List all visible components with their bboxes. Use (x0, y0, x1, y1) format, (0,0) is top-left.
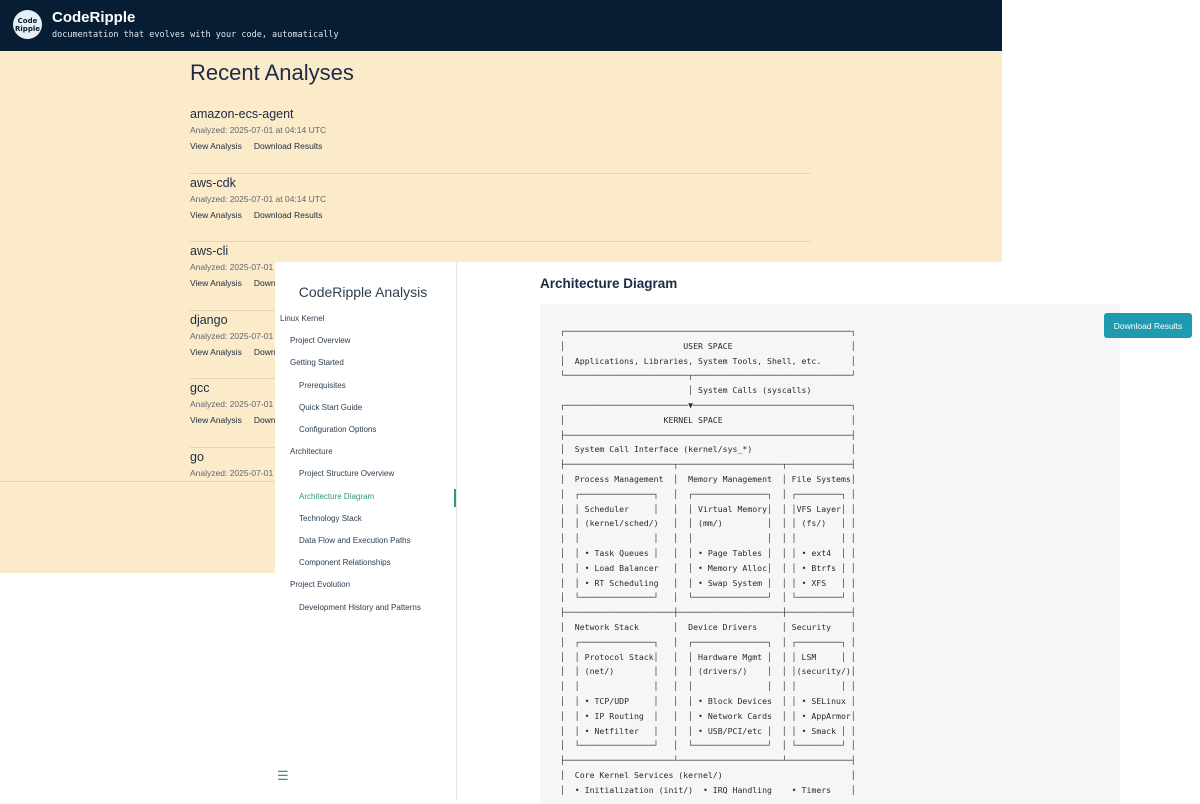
logo-text-line2: Ripple (15, 24, 40, 33)
section-title: Architecture Diagram (540, 276, 678, 291)
analysis-item: aws-cdk Analyzed: 2025-07-01 at 04:14 UTC… (190, 174, 810, 242)
sidebar-nav-item[interactable]: Architecture Diagram (299, 492, 374, 501)
analysis-name[interactable]: aws-cli (190, 244, 228, 258)
sidebar-nav-item[interactable]: Configuration Options (299, 425, 376, 434)
view-analysis-link[interactable]: View Analysis (190, 347, 242, 357)
view-analysis-link[interactable]: View Analysis (190, 141, 242, 151)
sidebar-nav-item[interactable]: Project Structure Overview (299, 469, 394, 478)
doc-content: Architecture Diagram ┌──────────────────… (456, 262, 1200, 804)
view-analysis-link[interactable]: View Analysis (190, 210, 242, 220)
analysis-name[interactable]: aws-cdk (190, 176, 236, 190)
analysis-window: CodeRipple Analysis Linux Kernel Project … (275, 262, 1200, 804)
architecture-diagram: ┌───────────────────────────────────────… (560, 326, 856, 795)
sidebar-nav-item[interactable]: Quick Start Guide (299, 403, 362, 412)
analysis-name[interactable]: amazon-ecs-agent (190, 107, 294, 121)
analysis-name[interactable]: django (190, 313, 228, 327)
analysis-links: View Analysis Download Results (190, 141, 334, 151)
recent-analyses-title: Recent Analyses (190, 60, 354, 85)
sidebar-nav-item[interactable]: Project Overview (290, 336, 350, 345)
analysis-date: Analyzed: 2025-07-01 at 04:14 UTC (190, 125, 327, 135)
sidebar-title: CodeRipple Analysis (298, 284, 428, 300)
analysis-item: amazon-ecs-agent Analyzed: 2025-07-01 at … (190, 105, 810, 174)
sidebar-nav-item[interactable]: Prerequisites (299, 381, 346, 390)
sidebar-nav-item[interactable]: Getting Started (290, 358, 344, 367)
sidebar-nav-item[interactable]: Project Evolution (290, 580, 350, 589)
doc-sidebar: CodeRipple Analysis Linux Kernel Project … (275, 262, 457, 800)
analysis-date: Analyzed: 2025-07-01 at 04:14 UTC (190, 193, 327, 204)
analysis-links: View Analysis Download Results (190, 210, 334, 220)
brand-name[interactable]: CodeRipple (52, 9, 135, 26)
sidebar-nav-item[interactable]: Component Relationships (299, 558, 391, 567)
download-results-link[interactable]: Download Results (254, 141, 323, 151)
sidebar-nav-item[interactable]: Data Flow and Execution Paths (299, 536, 411, 545)
sidebar-nav-item[interactable]: Linux Kernel (280, 314, 324, 323)
sidebar-nav-item[interactable]: Technology Stack (299, 514, 362, 523)
view-analysis-link[interactable]: View Analysis (190, 415, 242, 425)
sidebar-nav-item[interactable]: Development History and Patterns (299, 603, 421, 612)
download-results-button[interactable]: Download Results (1104, 313, 1192, 338)
logo-text-line1: Code (17, 16, 38, 25)
analysis-name[interactable]: go (190, 450, 204, 464)
view-analysis-link[interactable]: View Analysis (190, 278, 242, 288)
download-results-link[interactable]: Download Results (254, 210, 323, 220)
top-navbar: Code Ripple CodeRipple documentation tha… (0, 0, 1002, 51)
coderipple-logo[interactable]: Code Ripple (13, 10, 42, 39)
hamburger-menu-icon[interactable]: ☰ (277, 768, 289, 784)
analysis-name[interactable]: gcc (190, 381, 209, 395)
sidebar-nav-item[interactable]: Architecture (290, 447, 333, 456)
brand-tagline: documentation that evolves with your cod… (52, 30, 339, 40)
architecture-diagram-block: ┌───────────────────────────────────────… (540, 304, 1120, 804)
